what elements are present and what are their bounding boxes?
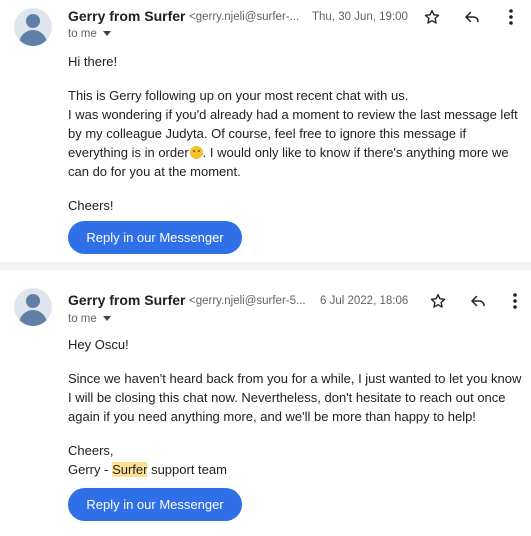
signoff: Cheers! (68, 198, 114, 213)
greeting: Hey Oscu! (68, 337, 129, 352)
avatar-icon[interactable] (14, 288, 52, 326)
message-divider (0, 262, 531, 270)
highlighted-term: Surfer (112, 462, 148, 477)
more-vert-icon[interactable] (504, 290, 526, 312)
sender-email[interactable]: <gerry.njeli@surfer-... (189, 7, 299, 27)
reply-in-messenger-button[interactable]: Reply in our Messenger (68, 488, 242, 521)
message-date[interactable]: 6 Jul 2022, 18:06 (320, 291, 408, 311)
star-icon[interactable] (421, 6, 443, 28)
message-date[interactable]: Thu, 30 Jun, 19:00 (312, 7, 408, 27)
more-vert-icon[interactable] (500, 6, 522, 28)
star-icon[interactable] (427, 290, 449, 312)
greeting: Hi there! (68, 54, 118, 69)
signature: Gerry - Surfer support team (68, 462, 227, 477)
avatar-icon[interactable] (14, 8, 52, 46)
sender-name[interactable]: Gerry from Surfer (68, 290, 185, 310)
message-body: Hi there! This is Gerry following up on … (68, 52, 528, 215)
body-paragraph: Since we haven't heard back from you for… (68, 371, 522, 424)
signoff: Cheers, (68, 443, 114, 458)
recipients-label: to me (68, 313, 97, 325)
message-body: Hey Oscu! Since we haven't heard back fr… (68, 335, 528, 479)
recipients-label: to me (68, 28, 97, 40)
body-line: This is Gerry following up on your most … (68, 88, 409, 103)
body-paragraph: I was wondering if you'd already had a m… (68, 107, 518, 179)
email-message: Gerry from Surfer <gerry.njeli@surfer-5.… (0, 270, 531, 536)
reply-icon[interactable] (467, 290, 489, 312)
recipients-toggle[interactable]: to me (68, 311, 111, 327)
sender-email[interactable]: <gerry.njeli@surfer-5... (189, 291, 306, 311)
message-header: Gerry from Surfer <gerry.njeli@surfer-5.… (68, 290, 531, 310)
chevron-down-icon (102, 316, 111, 321)
reply-icon[interactable] (461, 6, 483, 28)
sender-name[interactable]: Gerry from Surfer (68, 6, 185, 26)
email-message: Gerry from Surfer <gerry.njeli@surfer-..… (0, 0, 531, 262)
reply-in-messenger-button[interactable]: Reply in our Messenger (68, 221, 242, 254)
smile-emoji-icon (189, 146, 203, 159)
recipients-toggle[interactable]: to me (68, 26, 111, 42)
chevron-down-icon (102, 31, 111, 36)
